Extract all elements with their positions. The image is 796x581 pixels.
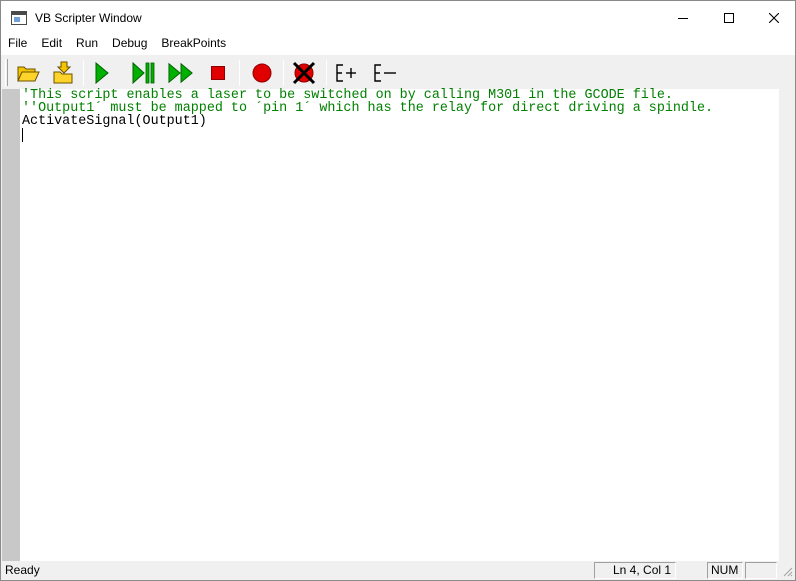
status-bar: Ready Ln 4, Col 1 NUM: [1, 561, 795, 580]
window-app-icon: [11, 11, 27, 25]
vertical-scrollbar[interactable]: [779, 89, 795, 561]
resize-grip-icon[interactable]: [781, 565, 793, 577]
step-icon: [132, 62, 155, 84]
save-button[interactable]: [51, 59, 77, 87]
toggle-breakpoint-button[interactable]: [249, 59, 275, 87]
run-to-end-button[interactable]: [168, 59, 194, 87]
cursor-position-pane: Ln 4, Col 1: [594, 562, 676, 579]
step-button[interactable]: [131, 59, 157, 87]
text-caret: [22, 128, 23, 142]
fast-forward-icon: [168, 62, 193, 84]
menu-bar: File Edit Run Debug BreakPoints: [1, 35, 795, 55]
code-line: ActivateSignal(Output1): [22, 114, 207, 129]
toolbar-separator: [83, 60, 84, 86]
status-pane-empty: [745, 562, 777, 579]
toolbar-grip[interactable]: [5, 59, 8, 86]
minimize-icon: [678, 18, 688, 19]
save-folder-icon: [53, 61, 73, 84]
menu-file[interactable]: File: [1, 35, 34, 55]
toolbar-separator: [239, 60, 240, 86]
toolbar-separator: [326, 60, 327, 86]
editor-gutter[interactable]: [2, 89, 20, 561]
toolbar-separator: [283, 60, 284, 86]
close-icon: [769, 13, 779, 23]
e-plus-icon: [336, 64, 356, 82]
e-minus-icon: [374, 64, 396, 82]
open-button[interactable]: [15, 59, 41, 87]
close-button[interactable]: [751, 1, 796, 35]
play-icon: [95, 62, 109, 84]
stop-icon: [211, 66, 225, 80]
clear-breakpoint-icon: [292, 61, 316, 85]
menu-run[interactable]: Run: [69, 35, 105, 55]
title-bar[interactable]: VB Scripter Window: [1, 1, 795, 35]
window-title: VB Scripter Window: [35, 11, 142, 25]
expand-button[interactable]: [334, 59, 360, 87]
minimize-button[interactable]: [660, 1, 706, 35]
num-lock-pane: NUM: [707, 562, 743, 579]
toolbar: [1, 55, 795, 89]
status-text: Ready: [5, 563, 40, 577]
menu-debug[interactable]: Debug: [105, 35, 154, 55]
run-button[interactable]: [89, 59, 115, 87]
maximize-icon: [724, 13, 734, 23]
code-editor[interactable]: 'This script enables a laser to be switc…: [20, 89, 779, 561]
code-line-current: [22, 128, 779, 142]
breakpoint-icon: [252, 63, 272, 83]
stop-button[interactable]: [205, 59, 231, 87]
clear-breakpoints-button[interactable]: [291, 59, 317, 87]
maximize-button[interactable]: [706, 1, 752, 35]
collapse-button[interactable]: [372, 59, 398, 87]
menu-edit[interactable]: Edit: [34, 35, 69, 55]
open-folder-icon: [17, 66, 40, 82]
menu-breakpoints[interactable]: BreakPoints: [154, 35, 233, 55]
vb-scripter-window: VB Scripter Window File Edit Run Debug B…: [0, 0, 796, 581]
